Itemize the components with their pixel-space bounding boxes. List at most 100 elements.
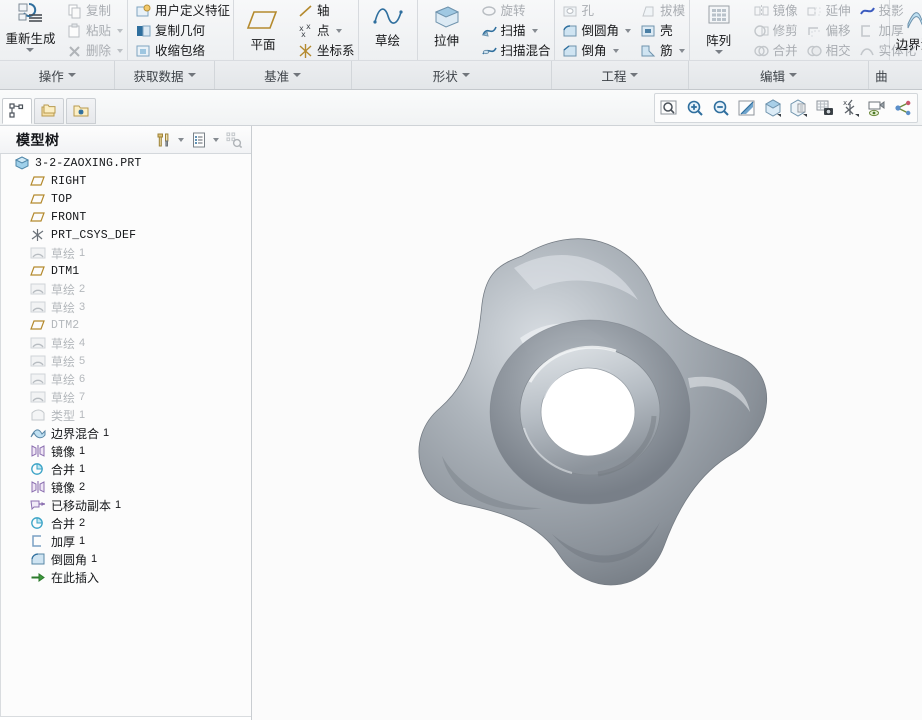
- tree-settings-caret-icon[interactable]: [178, 138, 184, 142]
- group-get-data-caret-icon[interactable]: [187, 73, 196, 77]
- sketch-button[interactable]: 草绘: [359, 2, 417, 48]
- tree-settings-tools-icon[interactable]: [153, 129, 175, 151]
- datum-plane-button[interactable]: 平面: [234, 6, 292, 52]
- graphics-toolbar: x: [654, 93, 918, 123]
- trim-button[interactable]: 修剪: [750, 21, 801, 41]
- extrude-button[interactable]: 拉伸: [418, 2, 476, 48]
- datum-display-icon[interactable]: x: [838, 95, 864, 121]
- zoom-out-icon[interactable]: [708, 95, 734, 121]
- chamfer-button[interactable]: 倒角: [559, 41, 610, 61]
- tree-node[interactable]: 3-2-ZAOXING.PRT: [1, 154, 251, 172]
- delete-button[interactable]: 删除: [63, 41, 114, 61]
- repaint-icon[interactable]: [734, 95, 760, 121]
- tree-node[interactable]: 加厚 1: [1, 532, 251, 550]
- rib-caret-icon[interactable]: [678, 49, 685, 53]
- tree-node[interactable]: RIGHT: [1, 172, 251, 190]
- copy-button[interactable]: 复制: [63, 1, 114, 21]
- paste-caret-icon[interactable]: [117, 29, 123, 33]
- merge-button[interactable]: 合并: [750, 41, 801, 61]
- datum-csys-button[interactable]: 坐标系: [294, 41, 358, 61]
- sketch-label: 草绘: [375, 34, 401, 48]
- tree-node[interactable]: 边界混合 1: [1, 424, 251, 442]
- round-button[interactable]: 倒圆角: [559, 21, 623, 41]
- tree-node[interactable]: 草绘 4: [1, 334, 251, 352]
- group-label-edit[interactable]: 编辑: [689, 61, 870, 89]
- tree-node[interactable]: DTM1: [1, 262, 251, 280]
- model-tree-list[interactable]: 3-2-ZAOXING.PRT RIGHT TOP FRONT PRT_CSYS_DEF…: [0, 154, 251, 717]
- group-label-surfaces[interactable]: 曲: [869, 61, 922, 89]
- regenerate-button[interactable]: 重新生成: [0, 0, 61, 52]
- tree-node[interactable]: 镜像 2: [1, 478, 251, 496]
- layer-display-icon[interactable]: [890, 95, 916, 121]
- tree-display-caret-icon[interactable]: [213, 138, 219, 142]
- tree-node[interactable]: 草绘 5: [1, 352, 251, 370]
- group-shapes-caret-icon[interactable]: [461, 73, 470, 77]
- tree-display-list-icon[interactable]: [188, 129, 210, 151]
- group-engineering-caret-icon[interactable]: [630, 73, 639, 77]
- favorites-tab[interactable]: [66, 98, 96, 124]
- boundary-blend-button[interactable]: 边界混合: [890, 6, 922, 51]
- paste-button[interactable]: 粘贴: [63, 21, 114, 41]
- intersect-button[interactable]: 相交: [803, 41, 854, 61]
- appearance-gallery-icon[interactable]: [786, 95, 812, 121]
- tree-node[interactable]: FRONT: [1, 208, 251, 226]
- group-label-get-data[interactable]: 获取数据: [115, 61, 215, 89]
- mirror-button[interactable]: 镜像: [750, 1, 801, 21]
- hole-button[interactable]: 孔: [559, 1, 598, 21]
- group-label-operations[interactable]: 操作: [0, 61, 116, 89]
- round-caret-icon[interactable]: [625, 29, 632, 33]
- tree-node[interactable]: TOP: [1, 190, 251, 208]
- tree-node[interactable]: 草绘 3: [1, 298, 251, 316]
- copy-geometry-button[interactable]: 复制几何: [132, 21, 208, 41]
- tree-node[interactable]: PRT_CSYS_DEF: [1, 226, 251, 244]
- graphics-viewport[interactable]: BBS.CHINADE.NET: [252, 126, 922, 720]
- zoom-to-fit-icon[interactable]: [656, 95, 682, 121]
- revolve-button[interactable]: 旋转: [478, 1, 529, 21]
- tree-node[interactable]: DTM2: [1, 316, 251, 334]
- tree-node[interactable]: 草绘 6: [1, 370, 251, 388]
- model-tree-tab[interactable]: [2, 98, 32, 124]
- shrinkwrap-button[interactable]: 收缩包络: [132, 41, 208, 61]
- group-operations-caret-icon[interactable]: [67, 73, 76, 77]
- shell-button[interactable]: 壳: [637, 21, 676, 41]
- pattern-icon: [702, 4, 736, 34]
- display-style-icon[interactable]: [760, 95, 786, 121]
- tree-filter-icon[interactable]: [223, 129, 245, 151]
- tree-node[interactable]: 已移动副本 1: [1, 496, 251, 514]
- tree-node[interactable]: 镜像 1: [1, 442, 251, 460]
- sweep-caret-icon[interactable]: [531, 29, 538, 33]
- folder-browser-tab[interactable]: [34, 98, 64, 124]
- saved-views-icon[interactable]: [812, 95, 838, 121]
- datum-point-button[interactable]: x x x 点: [294, 21, 333, 41]
- tree-node[interactable]: 合并 1: [1, 460, 251, 478]
- group-label-datum[interactable]: 基准: [215, 61, 352, 89]
- datum-axis-button[interactable]: 轴: [294, 1, 333, 21]
- tree-node[interactable]: 合并 2: [1, 514, 251, 532]
- tree-node[interactable]: 草绘 2: [1, 280, 251, 298]
- tree-node[interactable]: 草绘 1: [1, 244, 251, 262]
- tree-node[interactable]: 在此插入: [1, 568, 251, 586]
- sweep-button[interactable]: 扫描: [478, 21, 529, 41]
- group-label-engineering[interactable]: 工程: [552, 61, 689, 89]
- pattern-button[interactable]: 阵列: [690, 2, 748, 54]
- swept-blend-button[interactable]: 扫描混合: [478, 41, 554, 61]
- offset-button[interactable]: 偏移: [803, 21, 854, 41]
- model-3d-view[interactable]: [402, 216, 782, 616]
- delete-caret-icon[interactable]: [117, 49, 123, 53]
- group-edit-caret-icon[interactable]: [789, 73, 797, 77]
- regenerate-caret-icon[interactable]: [26, 48, 35, 52]
- rib-button[interactable]: 筋: [637, 41, 676, 61]
- group-label-shapes[interactable]: 形状: [352, 61, 552, 89]
- tree-node[interactable]: 草绘 7: [1, 388, 251, 406]
- pattern-caret-icon[interactable]: [714, 50, 723, 54]
- group-datum-caret-icon[interactable]: [293, 73, 302, 77]
- chamfer-caret-icon[interactable]: [612, 49, 619, 53]
- user-defined-feature-button[interactable]: 用户定义特征: [132, 1, 233, 21]
- zoom-in-icon[interactable]: [682, 95, 708, 121]
- tree-node[interactable]: 类型 1: [1, 406, 251, 424]
- datum-point-caret-icon[interactable]: [335, 29, 342, 33]
- draft-button[interactable]: 拔模: [637, 1, 688, 21]
- annotation-display-icon[interactable]: [864, 95, 890, 121]
- extend-button[interactable]: 延伸: [803, 1, 854, 21]
- tree-node[interactable]: 倒圆角 1: [1, 550, 251, 568]
